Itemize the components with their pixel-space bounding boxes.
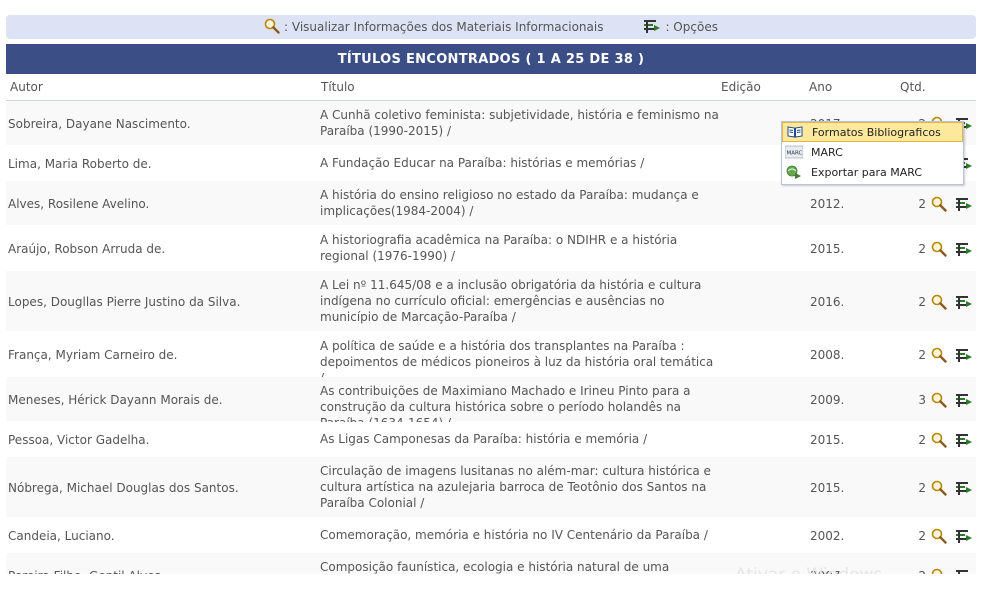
legend-options-label: : Opções: [665, 20, 718, 34]
cell-titulo: A Cunhã coletivo feminista: subjetividad…: [320, 108, 719, 138]
cell-ano: 2002.: [810, 529, 845, 543]
legend-view-info: : Visualizar Informações dos Materiais I…: [264, 18, 603, 37]
cell-titulo: A historiografia acadêmica na Paraíba: o…: [320, 233, 678, 263]
cell-ano: 2015.: [810, 433, 845, 447]
cell-autor: Candeia, Luciano.: [8, 529, 115, 543]
options-icon[interactable]: [955, 241, 973, 260]
magnifier-icon[interactable]: [931, 528, 947, 547]
cell-autor: Lima, Maria Roberto de.: [8, 157, 152, 171]
options-context-menu: Formatos Bibliograficos MARC MARC Export…: [781, 121, 964, 185]
page-bottom-edge: [0, 574, 1001, 599]
options-icon[interactable]: [955, 432, 973, 451]
col-autor: Autor: [10, 80, 43, 94]
legend-view-info-label: : Visualizar Informações dos Materiais I…: [284, 20, 604, 34]
cell-titulo: A história do ensino religioso no estado…: [320, 188, 699, 218]
cell-qtd: 2: [918, 242, 926, 256]
legend-bar: : Visualizar Informações dos Materiais I…: [6, 15, 976, 39]
svg-text:MARC: MARC: [787, 151, 803, 157]
cell-ano: 2012.: [810, 197, 845, 211]
table-row: Nóbrega, Michael Douglas dos Santos. Circ…: [6, 457, 976, 518]
results-title-bar: TÍTULOS ENCONTRADOS ( 1 A 25 DE 38 ): [6, 44, 976, 74]
cell-titulo: A Lei nº 11.645/08 e a inclusão obrigató…: [320, 278, 702, 324]
cell-qtd: 2: [918, 529, 926, 543]
magnifier-icon[interactable]: [931, 480, 947, 499]
cell-ano: 2016.: [810, 295, 845, 309]
magnifier-icon[interactable]: [931, 347, 947, 366]
menu-item-label: Exportar para MARC: [811, 165, 923, 179]
menu-item-marc[interactable]: MARC MARC: [782, 142, 963, 162]
options-icon[interactable]: [955, 196, 973, 215]
options-icon[interactable]: [955, 294, 973, 313]
cell-autor: Pessoa, Victor Gadelha.: [8, 433, 150, 447]
col-edicao: Edição: [721, 80, 761, 94]
magnifier-icon[interactable]: [931, 392, 947, 411]
options-icon[interactable]: [955, 480, 973, 499]
magnifier-icon[interactable]: [931, 294, 947, 313]
options-icon: [643, 18, 661, 37]
cell-qtd: 2: [918, 197, 926, 211]
magnifier-icon[interactable]: [931, 432, 947, 451]
marc-icon: MARC: [785, 145, 803, 159]
results-title: TÍTULOS ENCONTRADOS ( 1 A 25 DE 38 ): [337, 51, 645, 67]
cell-qtd: 2: [918, 481, 926, 495]
magnifier-icon[interactable]: [931, 241, 947, 260]
cell-ano: 2015.: [810, 481, 845, 495]
book-icon: [786, 125, 804, 139]
legend-options: : Opções: [643, 18, 718, 37]
table-row: Meneses, Hérick Dayann Morais de. As cont…: [6, 377, 976, 430]
col-ano: Ano: [809, 80, 833, 94]
menu-item-formatos-bibliograficos[interactable]: Formatos Bibliograficos: [782, 122, 963, 142]
menu-item-label: MARC: [811, 145, 843, 159]
table-row: Alves, Rosilene Avelino. A história do en…: [6, 181, 976, 226]
cell-autor: Nóbrega, Michael Douglas dos Santos.: [8, 481, 239, 495]
table-row: França, Myriam Carneiro de. A política de…: [6, 332, 976, 385]
cell-autor: Araújo, Robson Arruda de.: [8, 242, 166, 256]
menu-item-label: Formatos Bibliograficos: [812, 125, 941, 139]
table-row: Pessoa, Victor Gadelha. As Ligas Campones…: [6, 422, 976, 457]
column-headers: Autor Título Edição Ano Qtd.: [6, 74, 976, 101]
cell-qtd: 3: [918, 393, 926, 407]
cell-autor: Lopes, Dougllas Pierre Justino da Silva.: [8, 295, 241, 309]
cell-autor: Sobreira, Dayane Nascimento.: [8, 117, 191, 131]
cell-ano: 2015.: [810, 242, 845, 256]
menu-item-exportar-marc[interactable]: Exportar para MARC: [782, 162, 963, 182]
options-icon[interactable]: [955, 392, 973, 411]
cell-titulo: A Fundação Educar na Paraíba: histórias …: [320, 156, 645, 170]
cell-qtd: 2: [918, 433, 926, 447]
col-qtd: Qtd.: [900, 80, 926, 94]
cell-qtd: 2: [918, 295, 926, 309]
cell-titulo: As Ligas Camponesas da Paraíba: história…: [320, 432, 648, 446]
col-titulo: Título: [321, 80, 355, 94]
options-icon[interactable]: [955, 347, 973, 366]
magnifier-icon[interactable]: [931, 196, 947, 215]
magnifier-icon: [264, 18, 280, 37]
cell-titulo: Circulação de imagens lusitanas no além-…: [320, 464, 711, 510]
table-row: Araújo, Robson Arruda de. A historiografi…: [6, 226, 976, 271]
cell-autor: Alves, Rosilene Avelino.: [8, 197, 150, 211]
table-row: Lopes, Dougllas Pierre Justino da Silva.…: [6, 271, 976, 332]
cell-ano: 2008.: [810, 348, 845, 362]
cell-autor: França, Myriam Carneiro de.: [8, 348, 178, 362]
options-icon[interactable]: [955, 528, 973, 547]
cell-qtd: 2: [918, 348, 926, 362]
export-icon: [785, 165, 803, 179]
cell-titulo: Comemoração, memória e história no IV Ce…: [320, 528, 708, 542]
cell-autor: Meneses, Hérick Dayann Morais de.: [8, 393, 223, 407]
table-row: Candeia, Luciano. Comemoração, memória e …: [6, 518, 976, 553]
cell-ano: 2009.: [810, 393, 845, 407]
